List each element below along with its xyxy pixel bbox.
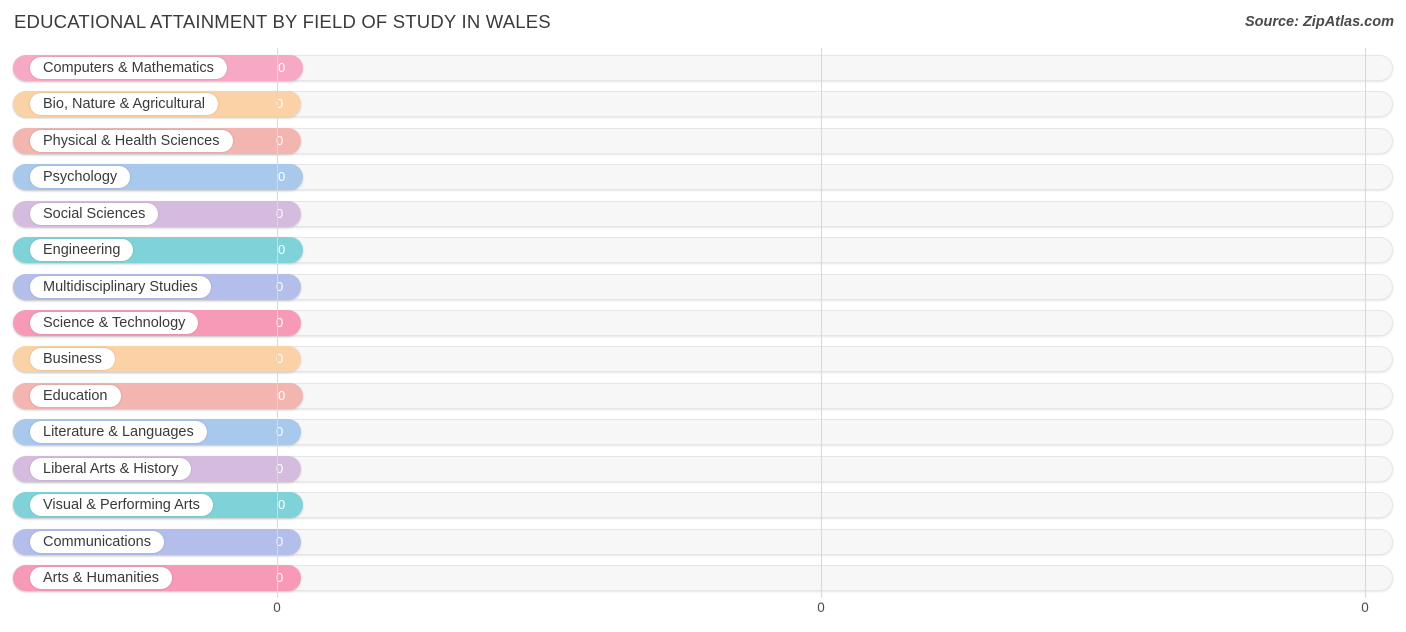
bar-row[interactable]: Visual & Performing Arts 0 — [13, 492, 1393, 518]
gridline-1 — [821, 48, 822, 598]
bar-category-label: Engineering — [30, 239, 134, 261]
bar-row[interactable]: Physical & Health Sciences 0 — [13, 128, 1393, 154]
bar-category-label: Literature & Languages — [30, 421, 207, 443]
bar-row[interactable]: Science & Technology 0 — [13, 310, 1393, 336]
gridline-2 — [1365, 48, 1366, 598]
x-axis-tick-1: 0 — [817, 600, 825, 615]
source-attribution: Source: ZipAtlas.com — [1244, 14, 1394, 30]
chart-container: EDUCATIONAL ATTAINMENT BY FIELD OF STUDY… — [0, 0, 1406, 632]
bar-category-label: Bio, Nature & Agricultural — [30, 93, 218, 115]
bar-row[interactable]: Engineering 0 — [13, 237, 1393, 263]
bar-rows: Computers & Mathematics 0 Bio, Nature & Ag… — [0, 48, 1406, 598]
bar-row[interactable]: Communications 0 — [13, 529, 1393, 555]
bar-category-label: Business — [30, 348, 115, 370]
bar-category-label: Psychology — [30, 166, 131, 188]
bar-row[interactable]: Computers & Mathematics 0 — [13, 55, 1393, 81]
page-title: EDUCATIONAL ATTAINMENT BY FIELD OF STUDY… — [14, 11, 551, 32]
plot-area: Computers & Mathematics 0 Bio, Nature & Ag… — [0, 48, 1406, 598]
bar-category-label: Multidisciplinary Studies — [30, 276, 211, 298]
bar-row[interactable]: Education 0 — [13, 383, 1393, 409]
bar-category-label: Arts & Humanities — [30, 567, 173, 589]
bar-value-label: 0 — [278, 60, 286, 75]
bar-row[interactable]: Social Sciences 0 — [13, 201, 1393, 227]
bar-category-label: Computers & Mathematics — [30, 57, 227, 79]
bar-row[interactable]: Literature & Languages 0 — [13, 419, 1393, 445]
bar-category-label: Social Sciences — [30, 203, 159, 225]
x-axis-tick-0: 0 — [273, 600, 281, 615]
x-axis: 0 0 0 — [0, 598, 1406, 632]
bar-row[interactable]: Multidisciplinary Studies 0 — [13, 274, 1393, 300]
x-axis-tick-2: 0 — [1361, 600, 1369, 615]
bar-value-label: 0 — [278, 497, 286, 512]
bar-value-label: 0 — [278, 388, 286, 403]
bar-category-label: Physical & Health Sciences — [30, 130, 233, 152]
bar-category-label: Education — [30, 385, 121, 407]
bar-category-label: Science & Technology — [30, 312, 199, 334]
bar-value-label: 0 — [278, 169, 286, 184]
bar-row[interactable]: Bio, Nature & Agricultural 0 — [13, 91, 1393, 117]
gridline-0 — [277, 48, 278, 598]
bar-row[interactable]: Liberal Arts & History 0 — [13, 456, 1393, 482]
bar-row[interactable]: Business 0 — [13, 346, 1393, 372]
bar-category-label: Visual & Performing Arts — [30, 494, 213, 516]
bar-category-label: Communications — [30, 531, 164, 553]
bar-value-label: 0 — [278, 242, 286, 257]
bar-row[interactable]: Psychology 0 — [13, 164, 1393, 190]
bar-row[interactable]: Arts & Humanities 0 — [13, 565, 1393, 591]
bar-category-label: Liberal Arts & History — [30, 458, 192, 480]
